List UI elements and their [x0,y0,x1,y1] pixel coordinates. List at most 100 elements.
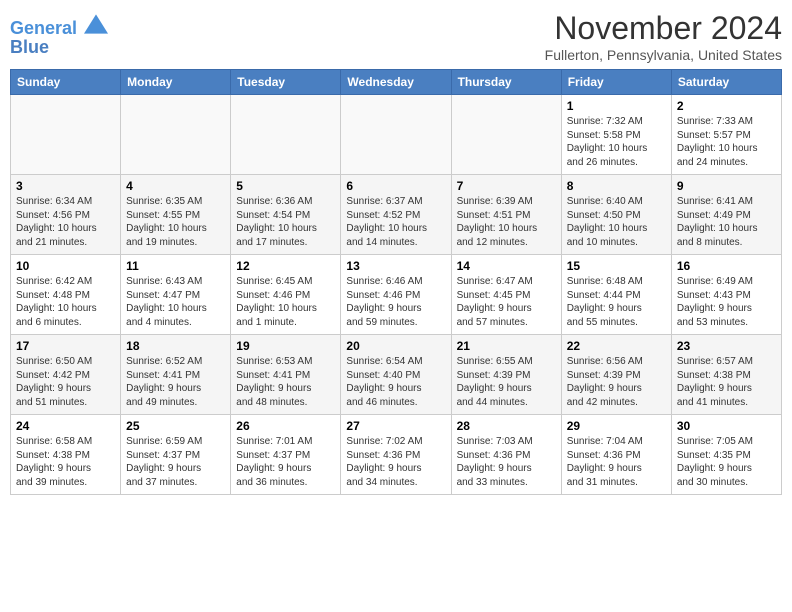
day-number: 12 [236,259,335,273]
day-number: 4 [126,179,225,193]
day-info: Sunrise: 7:01 AM Sunset: 4:37 PM Dayligh… [236,435,335,489]
day-info: Sunrise: 6:45 AM Sunset: 4:46 PM Dayligh… [236,275,335,329]
day-number: 7 [457,179,556,193]
day-info: Sunrise: 6:53 AM Sunset: 4:41 PM Dayligh… [236,355,335,409]
day-info: Sunrise: 6:35 AM Sunset: 4:55 PM Dayligh… [126,195,225,249]
calendar-cell: 27Sunrise: 7:02 AM Sunset: 4:36 PM Dayli… [341,415,451,495]
day-info: Sunrise: 6:59 AM Sunset: 4:37 PM Dayligh… [126,435,225,489]
day-number: 17 [16,339,115,353]
calendar-cell: 10Sunrise: 6:42 AM Sunset: 4:48 PM Dayli… [11,255,121,335]
calendar-cell: 20Sunrise: 6:54 AM Sunset: 4:40 PM Dayli… [341,335,451,415]
day-number: 27 [346,419,445,433]
logo-general: General [10,18,77,38]
day-number: 5 [236,179,335,193]
day-number: 15 [567,259,666,273]
calendar-cell: 18Sunrise: 6:52 AM Sunset: 4:41 PM Dayli… [121,335,231,415]
day-info: Sunrise: 6:46 AM Sunset: 4:46 PM Dayligh… [346,275,445,329]
calendar-cell: 9 Sunrise: 6:41 AM Sunset: 4:49 PM Daylig… [671,175,781,255]
weekday-header-thursday: Thursday [451,70,561,95]
calendar-table: SundayMondayTuesdayWednesdayThursdayFrid… [10,69,782,495]
day-number: 23 [677,339,776,353]
day-info: Sunrise: 6:39 AM Sunset: 4:51 PM Dayligh… [457,195,556,249]
month-title: November 2024 [545,10,782,47]
logo-blue: Blue [10,37,108,58]
week-row-2: 3 Sunrise: 6:34 AM Sunset: 4:56 PM Daylig… [11,175,782,255]
weekday-header-sunday: Sunday [11,70,121,95]
weekday-header-friday: Friday [561,70,671,95]
calendar-cell: 19Sunrise: 6:53 AM Sunset: 4:41 PM Dayli… [231,335,341,415]
day-number: 24 [16,419,115,433]
day-info: Sunrise: 7:03 AM Sunset: 4:36 PM Dayligh… [457,435,556,489]
week-row-4: 17 Sunrise: 6:50 AM Sunset: 4:42 PM Dayli… [11,335,782,415]
day-number: 1 [567,99,666,113]
calendar-cell: 25 Sunrise: 6:59 AM Sunset: 4:37 PM Dayli… [121,415,231,495]
weekday-header-tuesday: Tuesday [231,70,341,95]
calendar-cell [11,95,121,175]
calendar-cell: 3 Sunrise: 6:34 AM Sunset: 4:56 PM Daylig… [11,175,121,255]
calendar-cell: 15Sunrise: 6:48 AM Sunset: 4:44 PM Dayli… [561,255,671,335]
calendar-cell: 5 Sunrise: 6:36 AM Sunset: 4:54 PM Daylig… [231,175,341,255]
day-number: 28 [457,419,556,433]
calendar-cell [341,95,451,175]
calendar-cell: 21 Sunrise: 6:55 AM Sunset: 4:39 PM Dayli… [451,335,561,415]
calendar-cell: 26 Sunrise: 7:01 AM Sunset: 4:37 PM Dayli… [231,415,341,495]
day-number: 13 [346,259,445,273]
day-info: Sunrise: 6:50 AM Sunset: 4:42 PM Dayligh… [16,355,115,409]
day-info: Sunrise: 7:32 AM Sunset: 5:58 PM Dayligh… [567,115,666,169]
day-number: 26 [236,419,335,433]
day-info: Sunrise: 6:40 AM Sunset: 4:50 PM Dayligh… [567,195,666,249]
day-number: 8 [567,179,666,193]
day-number: 3 [16,179,115,193]
calendar-cell: 30Sunrise: 7:05 AM Sunset: 4:35 PM Dayli… [671,415,781,495]
weekday-row: SundayMondayTuesdayWednesdayThursdayFrid… [11,70,782,95]
calendar-cell: 4 Sunrise: 6:35 AM Sunset: 4:55 PM Daylig… [121,175,231,255]
logo: General Blue [10,14,108,58]
calendar-cell: 11 Sunrise: 6:43 AM Sunset: 4:47 PM Dayli… [121,255,231,335]
day-info: Sunrise: 6:41 AM Sunset: 4:49 PM Dayligh… [677,195,776,249]
calendar-cell [231,95,341,175]
day-number: 29 [567,419,666,433]
day-number: 20 [346,339,445,353]
title-block: November 2024 Fullerton, Pennsylvania, U… [545,10,782,63]
calendar-cell: 16Sunrise: 6:49 AM Sunset: 4:43 PM Dayli… [671,255,781,335]
calendar-cell: 29 Sunrise: 7:04 AM Sunset: 4:36 PM Dayli… [561,415,671,495]
weekday-header-saturday: Saturday [671,70,781,95]
calendar-header: SundayMondayTuesdayWednesdayThursdayFrid… [11,70,782,95]
day-number: 21 [457,339,556,353]
day-number: 22 [567,339,666,353]
day-info: Sunrise: 6:58 AM Sunset: 4:38 PM Dayligh… [16,435,115,489]
day-info: Sunrise: 6:47 AM Sunset: 4:45 PM Dayligh… [457,275,556,329]
calendar-cell: 14 Sunrise: 6:47 AM Sunset: 4:45 PM Dayli… [451,255,561,335]
day-info: Sunrise: 6:57 AM Sunset: 4:38 PM Dayligh… [677,355,776,409]
calendar-cell: 12 Sunrise: 6:45 AM Sunset: 4:46 PM Dayli… [231,255,341,335]
day-info: Sunrise: 7:04 AM Sunset: 4:36 PM Dayligh… [567,435,666,489]
calendar-cell: 23 Sunrise: 6:57 AM Sunset: 4:38 PM Dayli… [671,335,781,415]
day-info: Sunrise: 6:56 AM Sunset: 4:39 PM Dayligh… [567,355,666,409]
day-info: Sunrise: 6:36 AM Sunset: 4:54 PM Dayligh… [236,195,335,249]
calendar-cell: 13 Sunrise: 6:46 AM Sunset: 4:46 PM Dayli… [341,255,451,335]
day-number: 25 [126,419,225,433]
day-number: 11 [126,259,225,273]
calendar-cell [451,95,561,175]
calendar-cell: 1 Sunrise: 7:32 AM Sunset: 5:58 PM Daylig… [561,95,671,175]
calendar-body: 1 Sunrise: 7:32 AM Sunset: 5:58 PM Daylig… [11,95,782,495]
day-info: Sunrise: 7:33 AM Sunset: 5:57 PM Dayligh… [677,115,776,169]
day-info: Sunrise: 6:43 AM Sunset: 4:47 PM Dayligh… [126,275,225,329]
day-number: 9 [677,179,776,193]
calendar-cell: 7 Sunrise: 6:39 AM Sunset: 4:51 PM Daylig… [451,175,561,255]
calendar-cell [121,95,231,175]
logo-icon [84,14,108,34]
calendar-cell: 6Sunrise: 6:37 AM Sunset: 4:52 PM Daylig… [341,175,451,255]
week-row-5: 24 Sunrise: 6:58 AM Sunset: 4:38 PM Dayli… [11,415,782,495]
week-row-1: 1 Sunrise: 7:32 AM Sunset: 5:58 PM Daylig… [11,95,782,175]
logo-text: General [10,14,108,39]
day-info: Sunrise: 6:34 AM Sunset: 4:56 PM Dayligh… [16,195,115,249]
day-number: 16 [677,259,776,273]
calendar-cell: 24 Sunrise: 6:58 AM Sunset: 4:38 PM Dayli… [11,415,121,495]
calendar-cell: 28 Sunrise: 7:03 AM Sunset: 4:36 PM Dayli… [451,415,561,495]
weekday-header-wednesday: Wednesday [341,70,451,95]
day-number: 14 [457,259,556,273]
calendar-cell: 17 Sunrise: 6:50 AM Sunset: 4:42 PM Dayli… [11,335,121,415]
calendar-cell: 8 Sunrise: 6:40 AM Sunset: 4:50 PM Daylig… [561,175,671,255]
day-info: Sunrise: 6:55 AM Sunset: 4:39 PM Dayligh… [457,355,556,409]
